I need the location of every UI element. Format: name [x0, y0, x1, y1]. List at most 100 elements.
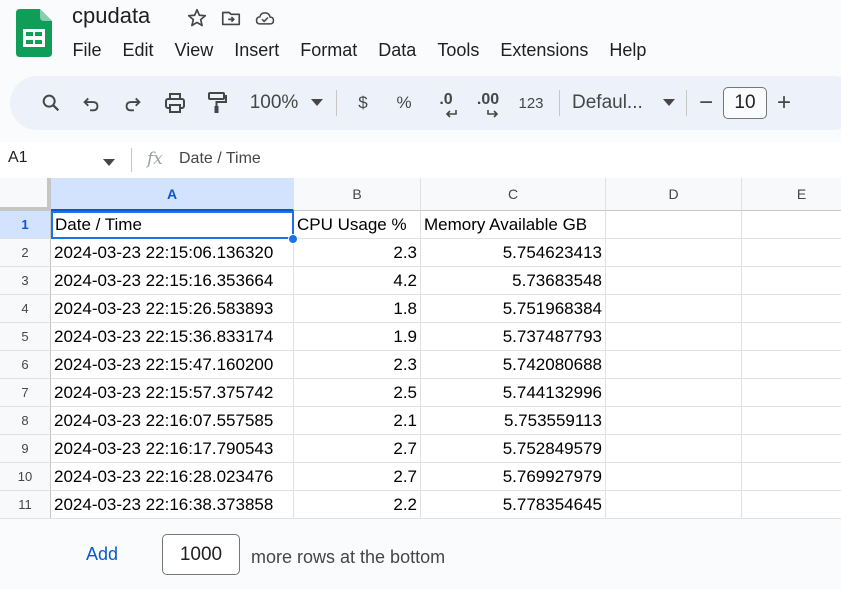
table-cell[interactable]: 4.2	[294, 267, 421, 295]
menu-insert[interactable]: Insert	[224, 38, 290, 62]
decrease-font-size-button[interactable]: −	[693, 86, 719, 120]
active-cell[interactable]: Date / Time	[51, 211, 294, 239]
table-cell[interactable]	[606, 463, 742, 491]
table-cell[interactable]: 2024-03-23 22:15:57.375742	[51, 379, 294, 407]
table-cell[interactable]	[606, 295, 742, 323]
table-cell[interactable]	[742, 211, 841, 239]
table-cell[interactable]: 1.9	[294, 323, 421, 351]
zoom-select[interactable]: 100%	[244, 86, 304, 120]
column-header-b[interactable]: B	[294, 178, 421, 211]
more-formats-button[interactable]: 123	[509, 86, 553, 120]
table-cell[interactable]: CPU Usage %	[294, 211, 421, 239]
table-cell[interactable]	[606, 351, 742, 379]
table-cell[interactable]: 2024-03-23 22:16:17.790543	[51, 435, 294, 463]
table-cell[interactable]	[742, 295, 841, 323]
menu-view[interactable]: View	[164, 38, 224, 62]
table-cell[interactable]: 5.742080688	[421, 351, 606, 379]
table-cell[interactable]	[606, 379, 742, 407]
table-cell[interactable]: 2024-03-23 22:16:07.557585	[51, 407, 294, 435]
name-box[interactable]: A1	[8, 149, 28, 167]
table-cell[interactable]: 2.2	[294, 491, 421, 519]
table-cell[interactable]	[742, 435, 841, 463]
table-cell[interactable]: 2.3	[294, 239, 421, 267]
table-cell[interactable]: 1.8	[294, 295, 421, 323]
table-cell[interactable]: 5.744132996	[421, 379, 606, 407]
table-cell[interactable]	[606, 435, 742, 463]
caret-down-icon[interactable]	[304, 86, 330, 120]
move-to-folder-icon[interactable]	[220, 7, 242, 29]
add-rows-button[interactable]: Add	[86, 544, 118, 565]
font-family-select[interactable]: Defaul...	[566, 86, 658, 120]
table-cell[interactable]: 5.753559113	[421, 407, 606, 435]
table-cell[interactable]: 5.752849579	[421, 435, 606, 463]
menu-data[interactable]: Data	[368, 38, 427, 62]
sheets-logo-icon[interactable]	[16, 9, 52, 57]
row-header[interactable]: 1	[0, 211, 51, 239]
table-cell[interactable]: 5.754623413	[421, 239, 606, 267]
menu-format[interactable]: Format	[290, 38, 368, 62]
table-cell[interactable]	[742, 267, 841, 295]
star-icon[interactable]	[186, 7, 208, 29]
table-cell[interactable]: 2.7	[294, 435, 421, 463]
increase-decimal-button[interactable]: .00	[467, 86, 509, 120]
menu-edit[interactable]: Edit	[112, 38, 164, 62]
table-cell[interactable]: 2.3	[294, 351, 421, 379]
decrease-decimal-button[interactable]: .0	[425, 86, 467, 120]
table-cell[interactable]	[742, 239, 841, 267]
formula-input[interactable]: Date / Time	[179, 150, 261, 168]
column-header-d[interactable]: D	[606, 178, 742, 211]
fill-handle[interactable]	[288, 234, 298, 244]
document-title[interactable]: cpudata	[72, 3, 150, 29]
row-header[interactable]: 4	[0, 295, 51, 323]
redo-icon[interactable]	[112, 86, 154, 120]
table-cell[interactable]: 5.737487793	[421, 323, 606, 351]
table-cell[interactable]: 2.1	[294, 407, 421, 435]
row-header[interactable]: 5	[0, 323, 51, 351]
table-cell[interactable]	[606, 323, 742, 351]
row-header[interactable]: 2	[0, 239, 51, 267]
table-cell[interactable]: 2.5	[294, 379, 421, 407]
table-cell[interactable]: 2024-03-23 22:16:38.373858	[51, 491, 294, 519]
row-header[interactable]: 3	[0, 267, 51, 295]
table-cell[interactable]: Memory Available GB	[421, 211, 606, 239]
column-header-a[interactable]: A	[51, 178, 294, 211]
paint-format-icon[interactable]	[196, 86, 238, 120]
row-header[interactable]: 6	[0, 351, 51, 379]
column-header-e[interactable]: E	[742, 178, 841, 211]
menu-file[interactable]: File	[62, 38, 112, 62]
table-cell[interactable]	[606, 491, 742, 519]
print-icon[interactable]	[154, 86, 196, 120]
font-size-field[interactable]: 10	[719, 86, 771, 120]
undo-icon[interactable]	[70, 86, 112, 120]
menu-help[interactable]: Help	[599, 38, 657, 62]
font-caret-down-icon[interactable]	[658, 86, 680, 120]
menu-extensions[interactable]: Extensions	[490, 38, 599, 62]
table-cell[interactable]	[606, 211, 742, 239]
name-box-caret-icon[interactable]	[103, 154, 115, 172]
table-cell[interactable]: 5.778354645	[421, 491, 606, 519]
menu-tools[interactable]: Tools	[427, 38, 490, 62]
column-header-c[interactable]: C	[421, 178, 606, 211]
row-header[interactable]: 9	[0, 435, 51, 463]
table-cell[interactable]: 2024-03-23 22:15:26.583893	[51, 295, 294, 323]
table-cell[interactable]: 2024-03-23 22:15:36.833174	[51, 323, 294, 351]
row-header[interactable]: 10	[0, 463, 51, 491]
table-cell[interactable]	[742, 379, 841, 407]
select-all-corner[interactable]	[0, 178, 51, 211]
increase-font-size-button[interactable]: +	[771, 86, 797, 120]
table-cell[interactable]: 5.751968384	[421, 295, 606, 323]
row-header[interactable]: 11	[0, 491, 51, 519]
format-currency-button[interactable]: $	[343, 86, 383, 120]
table-cell[interactable]: 2024-03-23 22:16:28.023476	[51, 463, 294, 491]
table-cell[interactable]	[742, 351, 841, 379]
cloud-saved-icon[interactable]	[254, 7, 276, 29]
table-cell[interactable]: 2.7	[294, 463, 421, 491]
table-cell[interactable]: 2024-03-23 22:15:16.353664	[51, 267, 294, 295]
row-header[interactable]: 8	[0, 407, 51, 435]
table-cell[interactable]	[606, 407, 742, 435]
table-cell[interactable]	[742, 463, 841, 491]
table-cell[interactable]: 5.769927979	[421, 463, 606, 491]
format-percent-button[interactable]: %	[383, 86, 425, 120]
table-cell[interactable]: 2024-03-23 22:15:47.160200	[51, 351, 294, 379]
row-header[interactable]: 7	[0, 379, 51, 407]
